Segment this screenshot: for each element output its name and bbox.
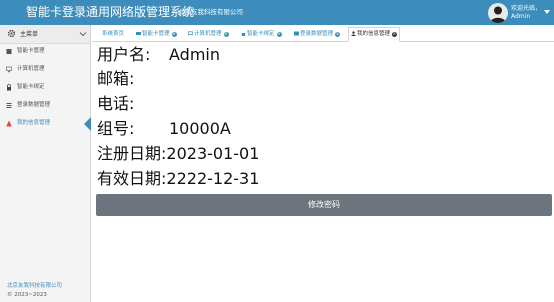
active-indicator — [84, 117, 91, 131]
sidebar-item-login-data[interactable]: 登录数据管理 — [0, 97, 90, 115]
expires-value: 2222-12-31 — [166, 169, 260, 188]
user-icon — [351, 31, 356, 36]
gear-icon — [7, 29, 16, 38]
card-icon — [136, 32, 141, 35]
email-row: 邮箱: — [97, 69, 169, 89]
group-row: 组号: 10000A — [97, 119, 231, 139]
phone-row: 电话: — [97, 94, 169, 114]
lock-icon — [241, 33, 246, 36]
close-icon[interactable]: × — [171, 32, 177, 37]
expires-row: 有效日期:2222-12-31 — [97, 169, 259, 189]
sidebar-item-my-info[interactable]: 我的信息管理 — [0, 115, 91, 133]
group-value: 10000A — [169, 119, 231, 138]
tab-label: 智能卡绑定 — [247, 31, 275, 37]
tab-my-info[interactable]: 我的信息管理 × — [348, 27, 401, 42]
warning-user-icon — [6, 120, 12, 127]
sidebar-item-label: 智能卡管理 — [17, 48, 45, 54]
sidebar-header[interactable]: 主菜单 — [0, 25, 90, 44]
registered-value: 2023-01-01 — [166, 144, 260, 163]
tab-label: 计算机管理 — [194, 31, 222, 37]
expires-label: 有效日期: — [97, 169, 167, 188]
footer-company[interactable]: 北京友我科技有限公司 — [7, 282, 62, 291]
tab-label: 登录数据管理 — [300, 31, 334, 37]
close-icon[interactable]: × — [335, 32, 341, 37]
card-icon — [6, 49, 12, 54]
table-icon — [294, 31, 299, 36]
sidebar-item-label: 智能卡绑定 — [17, 84, 45, 90]
caret-down-icon — [544, 10, 550, 14]
welcome-text: 欢迎光临， — [511, 5, 542, 12]
top-navbar: 智能卡登录通用网络版管理系统 北京友我科技有限公司 欢迎光临， Admin — [0, 0, 554, 25]
tab-computer-management[interactable]: 计算机管理 × — [188, 28, 229, 41]
sidebar-item-label: 我的信息管理 — [17, 120, 51, 126]
computer-icon — [188, 31, 193, 35]
sidebar: 主菜单 智能卡管理 计算机管理 智能卡绑定 登录数据管理 我的信息管理 北京友我… — [0, 25, 91, 302]
sidebar-item-label: 登录数据管理 — [17, 102, 51, 108]
close-icon[interactable]: × — [223, 32, 229, 37]
footer-copyright: © 2023~2023 — [7, 292, 47, 298]
sidebar-item-label: 计算机管理 — [17, 66, 45, 72]
username-row: 用户名: Admin — [97, 45, 220, 65]
tab-label: 智能卡管理 — [142, 31, 170, 37]
sidebar-title: 主菜单 — [20, 31, 39, 38]
phone-label: 电话: — [97, 94, 135, 113]
group-label: 组号: — [97, 119, 135, 138]
tab-login-data[interactable]: 登录数据管理 × — [294, 28, 341, 41]
tab-home[interactable]: 系统首页 — [102, 28, 124, 41]
sidebar-item-computer-management[interactable]: 计算机管理 — [0, 61, 90, 79]
username-label: 用户名: — [97, 45, 151, 64]
user-avatar-icon — [490, 6, 506, 23]
registered-row: 注册日期:2023-01-01 — [97, 144, 259, 164]
computer-icon — [6, 66, 12, 73]
lock-icon — [7, 84, 11, 91]
avatar — [488, 3, 508, 23]
app-title: 智能卡登录通用网络版管理系统 — [26, 5, 195, 19]
registered-label: 注册日期: — [97, 144, 167, 163]
sidebar-item-card-binding[interactable]: 智能卡绑定 — [0, 79, 90, 97]
close-icon[interactable]: × — [276, 32, 282, 37]
close-icon[interactable]: × — [392, 32, 398, 37]
email-label: 邮箱: — [97, 69, 135, 88]
username-value: Admin — [169, 45, 220, 64]
company-name: 北京友我科技有限公司 — [178, 8, 243, 16]
sidebar-item-card-management[interactable]: 智能卡管理 — [0, 43, 90, 61]
tab-label: 我的信息管理 — [357, 31, 391, 37]
change-password-button[interactable]: 修改密码 — [96, 194, 552, 216]
tab-label: 系统首页 — [102, 31, 125, 37]
tab-bar: 系统首页 智能卡管理 × 计算机管理 × 智能卡绑定 × 登录数据管理 × 我的信息管理… — [92, 27, 554, 42]
tab-card-management[interactable]: 智能卡管理 × — [136, 28, 177, 41]
chevron-down-icon[interactable] — [79, 30, 87, 38]
list-icon — [6, 103, 12, 108]
user-menu[interactable]: 欢迎光临， Admin — [488, 1, 554, 25]
tab-card-binding[interactable]: 智能卡绑定 × — [241, 28, 282, 41]
user-name: Admin — [511, 13, 531, 20]
